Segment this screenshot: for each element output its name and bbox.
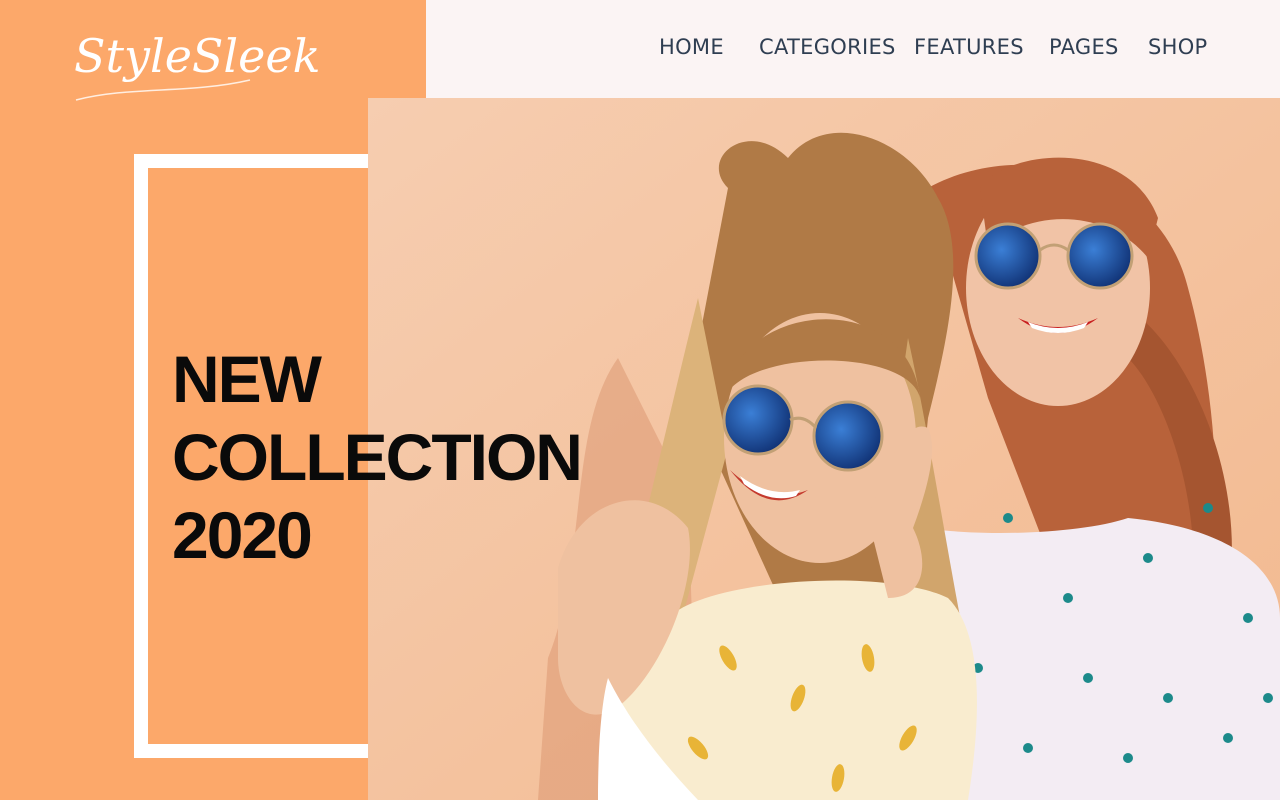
nav-features[interactable]: FEATURES xyxy=(914,35,1024,59)
hero-headline: NEW COLLECTION 2020 xyxy=(172,340,583,574)
brand-logo-script: StyleSleek xyxy=(74,29,320,101)
headline-line-2: COLLECTION xyxy=(172,420,583,494)
nav-shop[interactable]: SHOP xyxy=(1148,35,1208,59)
brand-logo-text: StyleSleek xyxy=(74,29,320,83)
nav-pages[interactable]: PAGES xyxy=(1049,35,1119,59)
headline-line-3: 2020 xyxy=(172,498,313,572)
nav-home[interactable]: HOME xyxy=(659,35,724,59)
headline-line-1: NEW xyxy=(172,342,322,416)
top-navigation: HOME CATEGORIES FEATURES PAGES SHOP xyxy=(426,0,1280,98)
brand-logo[interactable]: StyleSleek xyxy=(70,8,320,104)
nav-categories[interactable]: CATEGORIES xyxy=(759,35,896,59)
